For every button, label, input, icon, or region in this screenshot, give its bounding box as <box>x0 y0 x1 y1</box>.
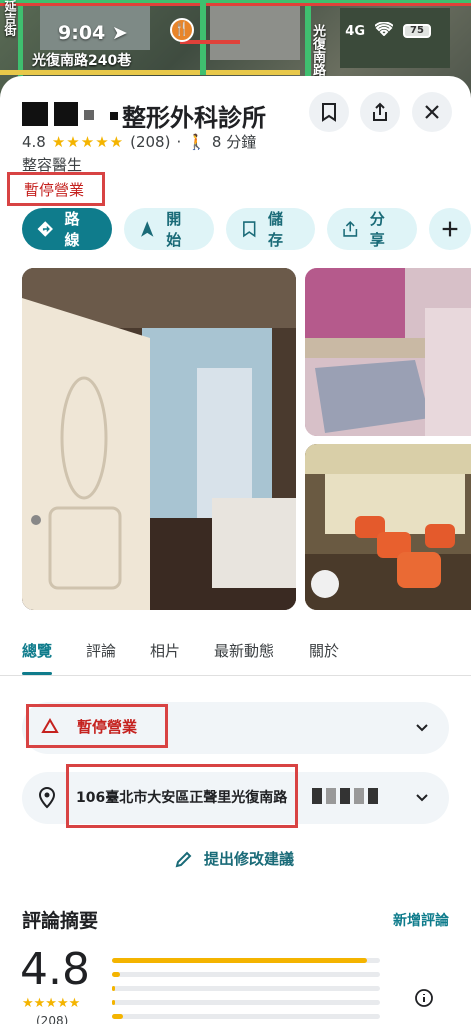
photo-thumb[interactable] <box>305 444 471 610</box>
photo-thumb[interactable] <box>305 268 471 436</box>
overall-stars-icon: ★★★★★ <box>22 996 81 1011</box>
redacted-address <box>312 788 378 804</box>
section-tabs: 總覽 評論 相片 最新動態 關於 <box>0 638 471 676</box>
chevron-down-icon <box>416 724 428 732</box>
rating-distribution <box>112 958 380 1024</box>
place-sheet: 整形外科診所 4.8 ★★★★★ (208) · 🚶 8 分鐘 整容醫生 暫停營… <box>0 76 471 1024</box>
plus-icon <box>442 221 458 237</box>
walk-time: 8 分鐘 <box>211 133 257 151</box>
closed-label: 暫停營業 <box>77 717 138 736</box>
redacted-title <box>22 102 118 126</box>
closed-status: 暫停營業 <box>26 704 168 748</box>
map-road <box>200 0 206 75</box>
rating-value: 4.8 <box>22 132 46 151</box>
save-button[interactable] <box>309 92 349 132</box>
room-photo <box>22 268 296 610</box>
share-icon <box>343 220 358 237</box>
place-title: 整形外科診所 <box>122 104 266 132</box>
restaurant-pin-icon[interactable]: 🍴 <box>170 18 194 42</box>
pencil-icon <box>175 851 192 867</box>
tab-updates[interactable]: 最新動態 <box>214 640 274 661</box>
map-road <box>0 70 300 75</box>
share-label: 分享 <box>369 210 385 249</box>
status-badge: 暫停營業 <box>7 172 105 206</box>
add-review-link[interactable]: 新增評論 <box>393 910 449 930</box>
start-label: 開始 <box>166 210 182 249</box>
navigation-arrow-icon <box>140 221 154 237</box>
rating-bar-fill <box>112 1014 123 1019</box>
tab-reviews[interactable]: 評論 <box>86 640 116 661</box>
tab-about[interactable]: 關於 <box>309 640 339 661</box>
bed-photo <box>305 268 471 436</box>
review-count: (208) <box>130 132 171 151</box>
tab-overview[interactable]: 總覽 <box>22 640 52 661</box>
bookmark-icon <box>242 221 255 238</box>
bookmark-icon <box>322 103 336 122</box>
map-road-traffic <box>0 3 471 6</box>
directions-button[interactable]: 路線 <box>22 208 112 250</box>
rating-bar <box>112 972 380 977</box>
rating-bar-fill <box>112 986 115 991</box>
review-summary-title: 評論摘要 <box>22 910 99 932</box>
rating-bar <box>112 1014 380 1019</box>
start-button[interactable]: 開始 <box>123 208 214 250</box>
rating-bar-fill <box>112 972 121 977</box>
overall-rating: 4.8 <box>20 944 90 995</box>
map-road-traffic <box>180 40 240 44</box>
share-icon <box>373 102 387 121</box>
status-time: 9:04 ➤ <box>58 22 128 44</box>
location-pin-icon <box>38 787 56 809</box>
separator-dot: · <box>176 132 182 151</box>
rating-bar <box>112 1000 380 1005</box>
tab-photos[interactable]: 相片 <box>150 640 180 661</box>
hours-row[interactable]: 暫停營業 <box>22 702 449 754</box>
rating-summary[interactable]: 4.8 ★★★★★ (208) · 🚶 8 分鐘 <box>22 131 256 152</box>
overall-review-count: (208) <box>36 1014 69 1024</box>
lounge-photo <box>305 444 471 610</box>
rating-bar <box>112 958 380 963</box>
suggest-edit-label: 提出修改建議 <box>204 850 295 868</box>
address-row[interactable]: 106臺北市大安區正聲里光復南路 <box>22 764 449 828</box>
share-chip-button[interactable]: 分享 <box>327 208 417 250</box>
map-road-label: 延吉街 <box>3 0 17 36</box>
rating-bar <box>112 986 380 991</box>
close-icon <box>425 105 439 119</box>
photo-main[interactable] <box>22 268 296 610</box>
walking-icon: 🚶 <box>187 132 206 151</box>
map-road-label: 光復南路240巷 <box>32 53 132 69</box>
map-road-label: 光復南路 <box>310 24 325 76</box>
signal-label: 4G <box>345 23 365 39</box>
address-text: 106臺北市大安區正聲里光復南路 <box>76 790 288 806</box>
save-label: 儲存 <box>268 210 284 249</box>
map-building <box>210 5 300 60</box>
directions-label: 路線 <box>64 210 80 249</box>
rating-bar-fill <box>112 958 367 963</box>
rating-bar-fill <box>112 1000 115 1005</box>
info-icon[interactable] <box>414 988 434 1008</box>
close-button[interactable] <box>412 92 452 132</box>
rating-stars-icon: ★★★★★ <box>51 132 125 151</box>
save-chip-button[interactable]: 儲存 <box>225 208 316 250</box>
chevron-down-icon <box>416 794 428 802</box>
wifi-icon <box>374 21 394 40</box>
share-button[interactable] <box>360 92 400 132</box>
place-header: 整形外科診所 <box>22 98 471 134</box>
directions-icon <box>37 221 53 237</box>
status-indicators: 4G 75 <box>345 21 431 40</box>
tab-indicator <box>22 672 52 675</box>
action-chips: 路線 開始 儲存 分享 <box>22 208 471 250</box>
more-actions-button[interactable] <box>429 208 471 250</box>
battery-icon: 75 <box>403 24 431 38</box>
warning-icon <box>41 718 59 733</box>
suggest-edit-link[interactable]: 提出修改建議 <box>174 848 294 869</box>
